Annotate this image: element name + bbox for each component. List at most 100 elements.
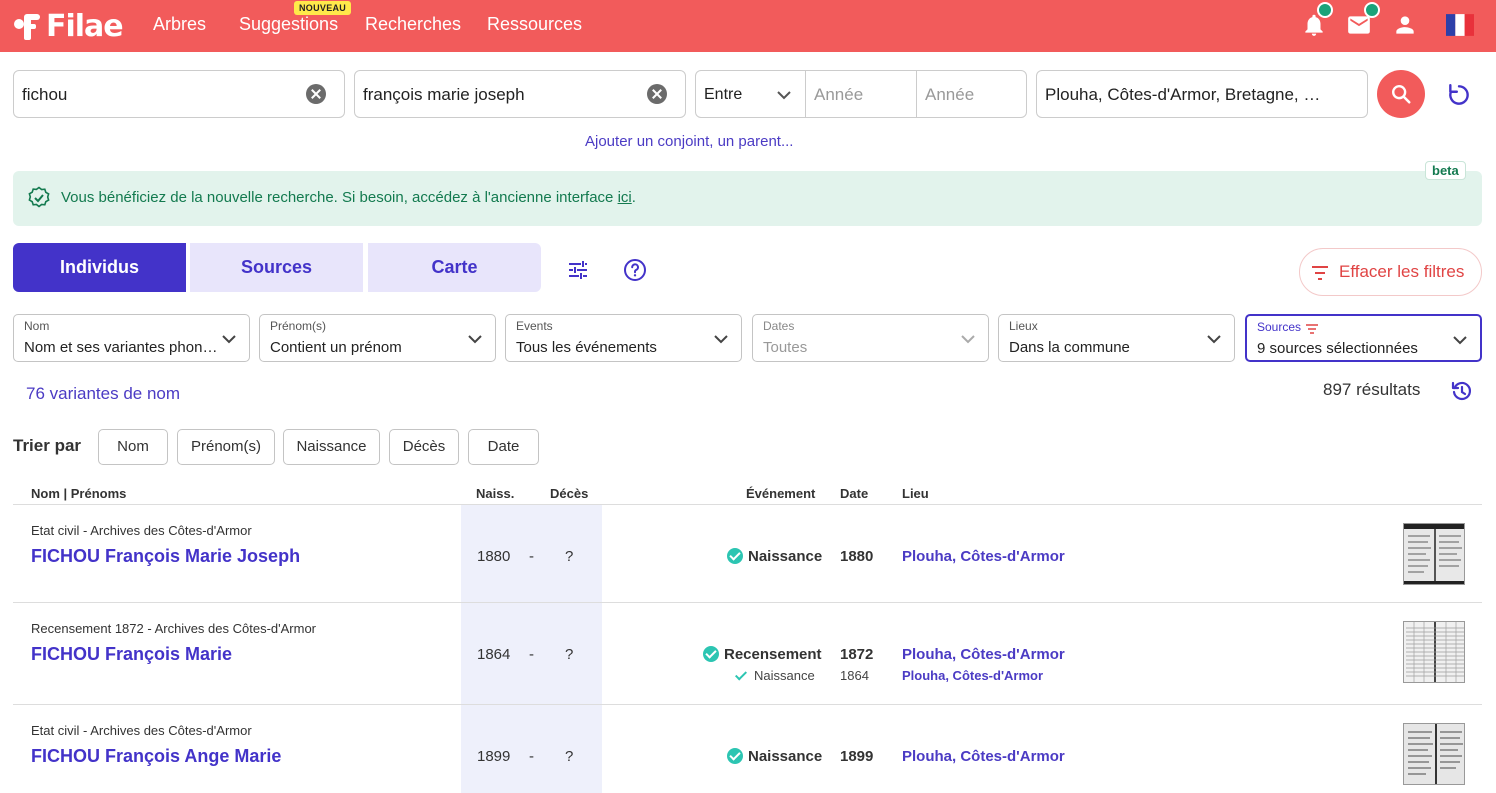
filter-label: Nom (24, 319, 50, 333)
filter-label: Prénom(s) (270, 319, 327, 333)
nav-suggestions[interactable]: Suggestions (239, 14, 338, 35)
document-scan-icon (1404, 524, 1464, 584)
firstname-field (354, 70, 686, 118)
french-flag-icon[interactable] (1446, 14, 1474, 36)
col-header-death[interactable]: Décès (550, 486, 588, 501)
reset-icon[interactable] (1446, 82, 1472, 108)
banner-message: Vous bénéficiez de la nouvelle recherche… (61, 189, 636, 206)
place-input[interactable] (1045, 83, 1355, 107)
chevron-down-icon (468, 335, 482, 344)
clear-filters-label: Effacer les filtres (1339, 262, 1465, 281)
chevron-down-icon[interactable] (776, 87, 792, 103)
person-name-link[interactable]: FICHOU François Marie (31, 644, 232, 665)
nav-ressources[interactable]: Ressources (487, 14, 582, 35)
sort-date-button[interactable]: Date (468, 429, 539, 465)
search-button[interactable] (1377, 70, 1425, 118)
row-divider (13, 704, 1482, 705)
info-banner: Vous bénéficiez de la nouvelle recherche… (13, 171, 1482, 226)
event-date: 1872 (840, 646, 874, 663)
filter-value: Contient un prénom (270, 339, 402, 356)
filter-prenoms[interactable]: Prénom(s) Contient un prénom (259, 314, 496, 362)
nav-arbres[interactable]: Arbres (153, 14, 206, 35)
add-relative-link[interactable]: Ajouter un conjoint, un parent... (585, 133, 793, 150)
death-year: ? (565, 748, 574, 765)
tab-individus[interactable]: Individus (13, 243, 186, 292)
col-header-date[interactable]: Date (840, 486, 868, 501)
history-icon[interactable] (1450, 379, 1474, 403)
filter-sources[interactable]: Sources 9 sources sélectionnées (1245, 314, 1482, 362)
event-place-link[interactable]: Plouha, Côtes-d'Armor (902, 646, 1065, 663)
clear-surname-icon[interactable] (306, 84, 326, 104)
clear-filters-button[interactable]: Effacer les filtres (1299, 248, 1482, 296)
filter-label: Sources (1257, 320, 1302, 334)
birth-year: 1880 (477, 548, 511, 565)
row-source: Etat civil - Archives des Côtes-d'Armor (31, 523, 252, 538)
filter-events[interactable]: Events Tous les événements (505, 314, 742, 362)
search-icon (1392, 85, 1411, 104)
filter-label: Lieux (1009, 319, 1038, 333)
notification-dot (1317, 2, 1333, 18)
year-to-input[interactable] (925, 83, 1020, 107)
clear-firstname-icon[interactable] (647, 84, 667, 104)
name-variants-link[interactable]: 76 variantes de nom (26, 384, 180, 404)
event-place-link[interactable]: Plouha, Côtes-d'Armor (902, 748, 1065, 765)
date-range-field: Entre (695, 70, 1027, 118)
death-year: ? (565, 548, 574, 565)
filae-logo[interactable]: Filae (12, 8, 124, 44)
filter-icon (1312, 266, 1328, 280)
record-thumbnail[interactable] (1403, 723, 1465, 785)
secondary-event-place-link[interactable]: Plouha, Côtes-d'Armor (902, 668, 1043, 683)
secondary-event-date: 1864 (840, 668, 869, 683)
death-year: ? (565, 646, 574, 663)
filter-value: Dans la commune (1009, 339, 1130, 356)
event-type: Naissance (748, 548, 823, 565)
birth-year: 1864 (477, 646, 511, 663)
filter-active-icon (1306, 324, 1318, 334)
sort-deces-button[interactable]: Décès (389, 429, 459, 465)
firstname-input[interactable] (363, 83, 633, 107)
person-name-link[interactable]: FICHOU François Marie Joseph (31, 546, 300, 567)
filae-logo-icon (14, 14, 40, 40)
tab-carte[interactable]: Carte (368, 243, 541, 292)
surname-input[interactable] (22, 83, 292, 107)
sort-naissance-button[interactable]: Naissance (283, 429, 380, 465)
col-header-name[interactable]: Nom | Prénoms (31, 486, 126, 501)
row-source: Recensement 1872 - Archives des Côtes-d'… (31, 621, 316, 636)
verified-badge-icon (28, 186, 50, 208)
range-mode-select[interactable]: Entre (704, 86, 742, 104)
col-header-place[interactable]: Lieu (902, 486, 929, 501)
secondary-event-type: Naissance (754, 668, 815, 683)
results-count: 897 résultats (1323, 380, 1421, 399)
sort-prenoms-button[interactable]: Prénom(s) (177, 429, 275, 465)
person-name-link[interactable]: FICHOU François Ange Marie (31, 746, 281, 767)
birth-year: 1899 (477, 748, 511, 765)
record-thumbnail[interactable] (1403, 523, 1465, 585)
place-field (1036, 70, 1368, 118)
col-header-birth[interactable]: Naiss. (476, 486, 514, 501)
filter-value: 9 sources sélectionnées (1257, 340, 1418, 357)
check-circle-icon (703, 646, 719, 662)
chevron-down-icon (961, 335, 975, 344)
filter-lieux[interactable]: Lieux Dans la commune (998, 314, 1235, 362)
chevron-down-icon (1453, 336, 1467, 345)
old-interface-link[interactable]: ici (618, 189, 632, 206)
nav-recherches[interactable]: Recherches (365, 14, 461, 35)
col-header-event[interactable]: Événement (746, 486, 815, 501)
filter-settings-icon[interactable] (566, 258, 590, 282)
check-circle-icon (727, 748, 743, 764)
filter-dates[interactable]: Dates Toutes (752, 314, 989, 362)
record-thumbnail[interactable] (1403, 621, 1465, 683)
tab-sources[interactable]: Sources (190, 243, 363, 292)
sort-nom-button[interactable]: Nom (98, 429, 168, 465)
filter-nom[interactable]: Nom Nom et ses variantes phoné… (13, 314, 250, 362)
separator: - (529, 748, 534, 765)
banner-end: . (631, 189, 636, 206)
help-icon[interactable] (623, 258, 647, 282)
year-from-input[interactable] (814, 83, 909, 107)
event-place-link[interactable]: Plouha, Côtes-d'Armor (902, 548, 1065, 565)
user-icon[interactable] (1392, 12, 1418, 38)
top-nav-bar: Filae Arbres Suggestions NOUVEAU Recherc… (0, 0, 1496, 52)
event-type: Recensement (724, 646, 822, 663)
mail-dot (1364, 2, 1380, 18)
divider (916, 71, 917, 117)
